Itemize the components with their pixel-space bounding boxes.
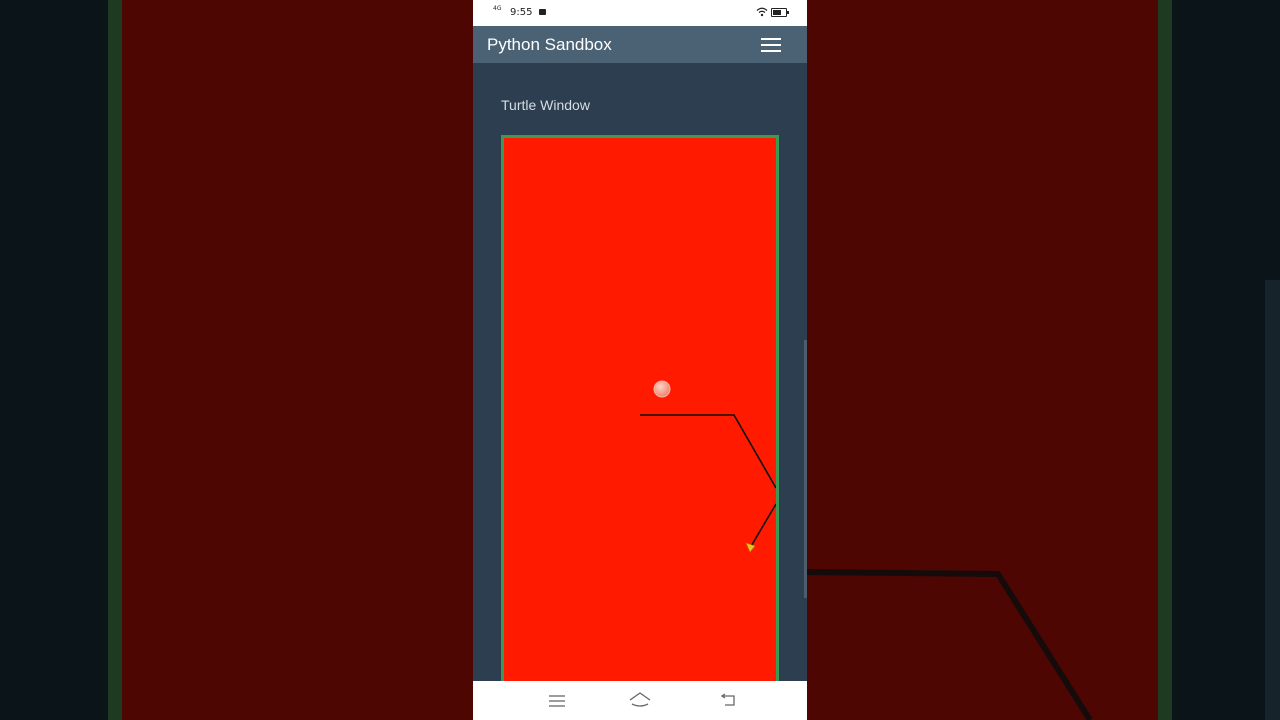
turtle-path-return: [749, 503, 776, 549]
wifi-icon: [756, 7, 768, 17]
status-time: 9:55: [510, 7, 533, 18]
turtle-cursor-icon: [745, 542, 756, 553]
status-bar: 4G 9:55: [473, 0, 807, 26]
video-record-icon: [539, 9, 546, 15]
turtle-dot: [653, 380, 671, 398]
turtle-path: [640, 414, 776, 489]
turtle-canvas[interactable]: [501, 135, 779, 701]
menu-icon[interactable]: [549, 695, 565, 707]
hamburger-menu-button[interactable]: [761, 37, 783, 53]
system-nav-bar: [473, 681, 807, 720]
app-title: Python Sandbox: [487, 35, 612, 54]
back-icon[interactable]: [719, 693, 737, 707]
battery-icon: [771, 8, 789, 17]
hamburger-icon: [761, 38, 781, 40]
scrollbar-thumb[interactable]: [804, 340, 807, 598]
app-bar: Python Sandbox: [473, 26, 807, 63]
turtle-window-heading: Turtle Window: [501, 97, 590, 113]
phone-screen: 4G 9:55 Python Sandbox Turtle Window: [473, 0, 807, 720]
turtle-drawing: [640, 380, 776, 553]
home-icon[interactable]: [629, 692, 651, 708]
network-indicator: 4G: [493, 5, 502, 12]
